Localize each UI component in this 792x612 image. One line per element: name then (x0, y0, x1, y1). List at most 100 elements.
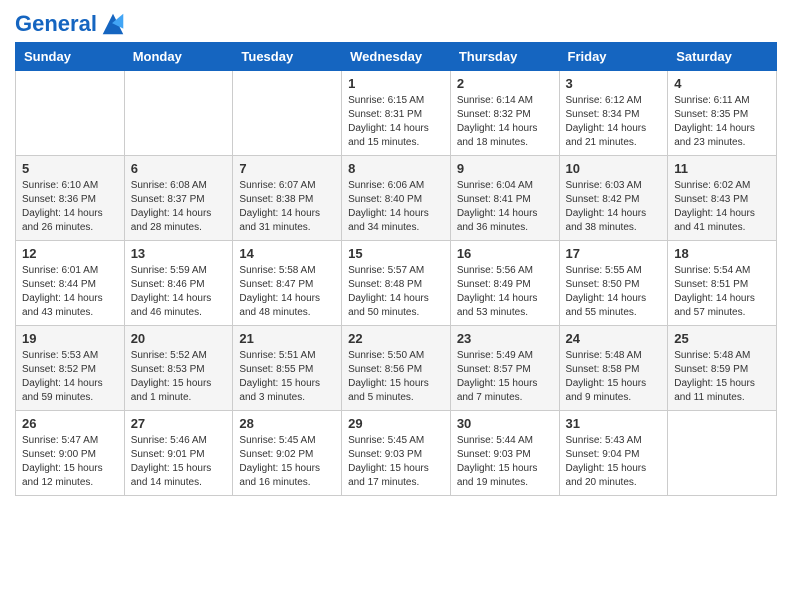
day-number: 26 (22, 416, 118, 431)
col-header-sunday: Sunday (16, 43, 125, 71)
day-cell: 8 Sunrise: 6:06 AM Sunset: 8:40 PM Daylig… (342, 156, 451, 241)
day-number: 24 (566, 331, 662, 346)
day-cell: 13 Sunrise: 5:59 AM Sunset: 8:46 PM Dayli… (124, 241, 233, 326)
day-info: Sunrise: 5:43 AM Sunset: 9:04 PM Dayligh… (566, 434, 662, 490)
day-number: 25 (674, 331, 770, 346)
day-info: Sunrise: 5:48 AM Sunset: 8:58 PM Dayligh… (566, 349, 662, 405)
day-number: 2 (457, 76, 553, 91)
day-number: 9 (457, 161, 553, 176)
day-info: Sunrise: 5:53 AM Sunset: 8:52 PM Dayligh… (22, 349, 118, 405)
day-info: Sunrise: 5:57 AM Sunset: 8:48 PM Dayligh… (348, 264, 444, 320)
day-info: Sunrise: 6:11 AM Sunset: 8:35 PM Dayligh… (674, 94, 770, 150)
day-info: Sunrise: 5:48 AM Sunset: 8:59 PM Dayligh… (674, 349, 770, 405)
day-info: Sunrise: 6:02 AM Sunset: 8:43 PM Dayligh… (674, 179, 770, 235)
day-number: 13 (131, 246, 227, 261)
day-cell: 27Sunrise: 5:46 AM Sunset: 9:01 PM Dayli… (124, 411, 233, 496)
day-cell: 25 Sunrise: 5:48 AM Sunset: 8:59 PM Dayli… (668, 326, 777, 411)
day-number: 27 (131, 416, 227, 431)
day-cell: 4 Sunrise: 6:11 AM Sunset: 8:35 PM Daylig… (668, 71, 777, 156)
day-cell (16, 71, 125, 156)
day-number: 7 (239, 161, 335, 176)
day-cell: 22Sunrise: 5:50 AM Sunset: 8:56 PM Dayli… (342, 326, 451, 411)
day-cell: 1Sunrise: 6:15 AM Sunset: 8:31 PM Daylig… (342, 71, 451, 156)
col-header-saturday: Saturday (668, 43, 777, 71)
day-number: 18 (674, 246, 770, 261)
day-info: Sunrise: 5:51 AM Sunset: 8:55 PM Dayligh… (239, 349, 335, 405)
day-cell: 24 Sunrise: 5:48 AM Sunset: 8:58 PM Dayli… (559, 326, 668, 411)
day-info: Sunrise: 6:12 AM Sunset: 8:34 PM Dayligh… (566, 94, 662, 150)
header: General (15, 10, 777, 34)
day-number: 30 (457, 416, 553, 431)
day-cell: 18 Sunrise: 5:54 AM Sunset: 8:51 PM Dayli… (668, 241, 777, 326)
day-number: 10 (566, 161, 662, 176)
day-cell: 17 Sunrise: 5:55 AM Sunset: 8:50 PM Dayli… (559, 241, 668, 326)
day-cell: 12Sunrise: 6:01 AM Sunset: 8:44 PM Dayli… (16, 241, 125, 326)
day-cell (124, 71, 233, 156)
day-cell: 20Sunrise: 5:52 AM Sunset: 8:53 PM Dayli… (124, 326, 233, 411)
day-info: Sunrise: 6:06 AM Sunset: 8:40 PM Dayligh… (348, 179, 444, 235)
calendar-page: General SundayMondayTuesdayWednesdayThur… (0, 0, 792, 511)
day-cell: 29 Sunrise: 5:45 AM Sunset: 9:03 PM Dayli… (342, 411, 451, 496)
week-row-5: 26 Sunrise: 5:47 AM Sunset: 9:00 PM Dayli… (16, 411, 777, 496)
day-number: 5 (22, 161, 118, 176)
day-cell: 15 Sunrise: 5:57 AM Sunset: 8:48 PM Dayli… (342, 241, 451, 326)
col-header-tuesday: Tuesday (233, 43, 342, 71)
day-info: Sunrise: 5:56 AM Sunset: 8:49 PM Dayligh… (457, 264, 553, 320)
logo-text: General (15, 12, 97, 36)
day-info: Sunrise: 6:15 AM Sunset: 8:31 PM Dayligh… (348, 94, 444, 150)
week-row-2: 5 Sunrise: 6:10 AM Sunset: 8:36 PM Daylig… (16, 156, 777, 241)
day-number: 8 (348, 161, 444, 176)
day-number: 21 (239, 331, 335, 346)
day-cell: 9Sunrise: 6:04 AM Sunset: 8:41 PM Daylig… (450, 156, 559, 241)
day-info: Sunrise: 5:44 AM Sunset: 9:03 PM Dayligh… (457, 434, 553, 490)
day-cell: 6Sunrise: 6:08 AM Sunset: 8:37 PM Daylig… (124, 156, 233, 241)
day-number: 31 (566, 416, 662, 431)
week-row-1: 1Sunrise: 6:15 AM Sunset: 8:31 PM Daylig… (16, 71, 777, 156)
day-number: 29 (348, 416, 444, 431)
day-info: Sunrise: 6:03 AM Sunset: 8:42 PM Dayligh… (566, 179, 662, 235)
day-cell: 7 Sunrise: 6:07 AM Sunset: 8:38 PM Daylig… (233, 156, 342, 241)
day-cell (233, 71, 342, 156)
day-info: Sunrise: 5:58 AM Sunset: 8:47 PM Dayligh… (239, 264, 335, 320)
day-number: 3 (566, 76, 662, 91)
day-number: 28 (239, 416, 335, 431)
col-header-thursday: Thursday (450, 43, 559, 71)
day-number: 14 (239, 246, 335, 261)
calendar-table: SundayMondayTuesdayWednesdayThursdayFrid… (15, 42, 777, 496)
calendar-header-row: SundayMondayTuesdayWednesdayThursdayFrid… (16, 43, 777, 71)
day-cell: 16 Sunrise: 5:56 AM Sunset: 8:49 PM Dayli… (450, 241, 559, 326)
day-info: Sunrise: 6:10 AM Sunset: 8:36 PM Dayligh… (22, 179, 118, 235)
day-number: 16 (457, 246, 553, 261)
day-info: Sunrise: 6:14 AM Sunset: 8:32 PM Dayligh… (457, 94, 553, 150)
day-cell: 26 Sunrise: 5:47 AM Sunset: 9:00 PM Dayli… (16, 411, 125, 496)
day-number: 19 (22, 331, 118, 346)
day-number: 22 (348, 331, 444, 346)
day-cell: 21 Sunrise: 5:51 AM Sunset: 8:55 PM Dayli… (233, 326, 342, 411)
col-header-monday: Monday (124, 43, 233, 71)
day-info: Sunrise: 6:07 AM Sunset: 8:38 PM Dayligh… (239, 179, 335, 235)
day-cell: 2 Sunrise: 6:14 AM Sunset: 8:32 PM Daylig… (450, 71, 559, 156)
day-cell: 23 Sunrise: 5:49 AM Sunset: 8:57 PM Dayli… (450, 326, 559, 411)
day-info: Sunrise: 5:59 AM Sunset: 8:46 PM Dayligh… (131, 264, 227, 320)
col-header-wednesday: Wednesday (342, 43, 451, 71)
day-info: Sunrise: 5:49 AM Sunset: 8:57 PM Dayligh… (457, 349, 553, 405)
day-cell: 10 Sunrise: 6:03 AM Sunset: 8:42 PM Dayli… (559, 156, 668, 241)
day-number: 4 (674, 76, 770, 91)
day-number: 17 (566, 246, 662, 261)
logo: General (15, 10, 127, 34)
day-number: 15 (348, 246, 444, 261)
day-number: 23 (457, 331, 553, 346)
day-info: Sunrise: 5:47 AM Sunset: 9:00 PM Dayligh… (22, 434, 118, 490)
day-info: Sunrise: 5:55 AM Sunset: 8:50 PM Dayligh… (566, 264, 662, 320)
day-cell: 19 Sunrise: 5:53 AM Sunset: 8:52 PM Dayli… (16, 326, 125, 411)
day-cell: 14 Sunrise: 5:58 AM Sunset: 8:47 PM Dayli… (233, 241, 342, 326)
day-info: Sunrise: 5:54 AM Sunset: 8:51 PM Dayligh… (674, 264, 770, 320)
day-cell: 28 Sunrise: 5:45 AM Sunset: 9:02 PM Dayli… (233, 411, 342, 496)
day-info: Sunrise: 5:45 AM Sunset: 9:02 PM Dayligh… (239, 434, 335, 490)
week-row-3: 12Sunrise: 6:01 AM Sunset: 8:44 PM Dayli… (16, 241, 777, 326)
day-number: 12 (22, 246, 118, 261)
day-info: Sunrise: 5:45 AM Sunset: 9:03 PM Dayligh… (348, 434, 444, 490)
day-cell: 11Sunrise: 6:02 AM Sunset: 8:43 PM Dayli… (668, 156, 777, 241)
day-cell: 30 Sunrise: 5:44 AM Sunset: 9:03 PM Dayli… (450, 411, 559, 496)
day-number: 20 (131, 331, 227, 346)
